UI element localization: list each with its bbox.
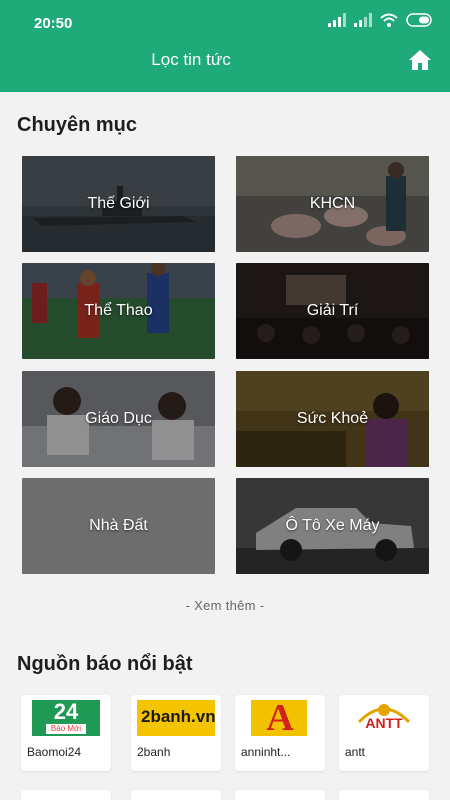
battery-icon — [406, 13, 432, 27]
category-tile-nha-dat[interactable]: Nhà Đất — [22, 478, 215, 574]
source-card-2banh[interactable]: 2banh.vn 2banh — [131, 695, 221, 771]
baomoi24-logo: 24 Báo Mới — [27, 700, 105, 736]
source-card-partial[interactable] — [21, 790, 111, 800]
category-label: Giáo Dục — [85, 410, 152, 427]
status-icons — [328, 13, 434, 27]
categories-title: Chuyên mục — [17, 114, 138, 136]
source-card-partial[interactable] — [131, 790, 221, 800]
see-more-link[interactable]: - Xem thêm - — [0, 598, 450, 613]
source-name: Baomoi24 — [27, 745, 82, 759]
signal-icon — [328, 13, 346, 27]
app-header: 20:50 Lọc tin tức — [0, 0, 450, 92]
category-tile-suc-khoe[interactable]: Sức Khoẻ — [236, 371, 429, 467]
anninh-logo: A — [241, 700, 319, 736]
wifi-icon — [380, 13, 398, 27]
source-card-baomoi24[interactable]: 24 Báo Mới Baomoi24 — [21, 695, 111, 771]
source-name: 2banh — [137, 745, 171, 759]
signal-2-icon — [354, 13, 372, 27]
category-label: Giải Trí — [306, 302, 359, 319]
category-tile-the-gioi[interactable]: Thế Giới — [22, 156, 215, 252]
2banh-logo: 2banh.vn — [137, 700, 215, 736]
source-card-partial[interactable] — [339, 790, 429, 800]
source-name: anninht... — [241, 745, 291, 759]
category-label: Nhà Đất — [89, 517, 148, 534]
category-label: Thể Thao — [84, 302, 153, 319]
category-tile-khcn[interactable]: KHCN — [236, 156, 429, 252]
category-label: KHCN — [309, 195, 356, 212]
home-icon[interactable] — [408, 48, 432, 72]
antt-logo: ANTT — [345, 700, 423, 736]
source-card-partial[interactable] — [235, 790, 325, 800]
sources-title: Nguồn báo nổi bật — [17, 653, 193, 675]
source-name: antt — [345, 745, 366, 759]
category-tile-giao-duc[interactable]: Giáo Dục — [22, 371, 215, 467]
category-tile-oto-xe-may[interactable]: Ô Tô Xe Máy — [236, 478, 429, 574]
source-card-anninh[interactable]: A anninht... — [235, 695, 325, 771]
page-title: Lọc tin tức — [151, 50, 231, 69]
category-label: Sức Khoẻ — [296, 410, 369, 427]
category-label: Ô Tô Xe Máy — [285, 517, 380, 534]
source-card-antt[interactable]: ANTT antt — [339, 695, 429, 771]
category-label: Thế Giới — [87, 195, 150, 212]
category-tile-the-thao[interactable]: Thể Thao — [22, 263, 215, 359]
status-time: 20:50 — [34, 15, 73, 32]
category-tile-giai-tri[interactable]: Giải Trí — [236, 263, 429, 359]
